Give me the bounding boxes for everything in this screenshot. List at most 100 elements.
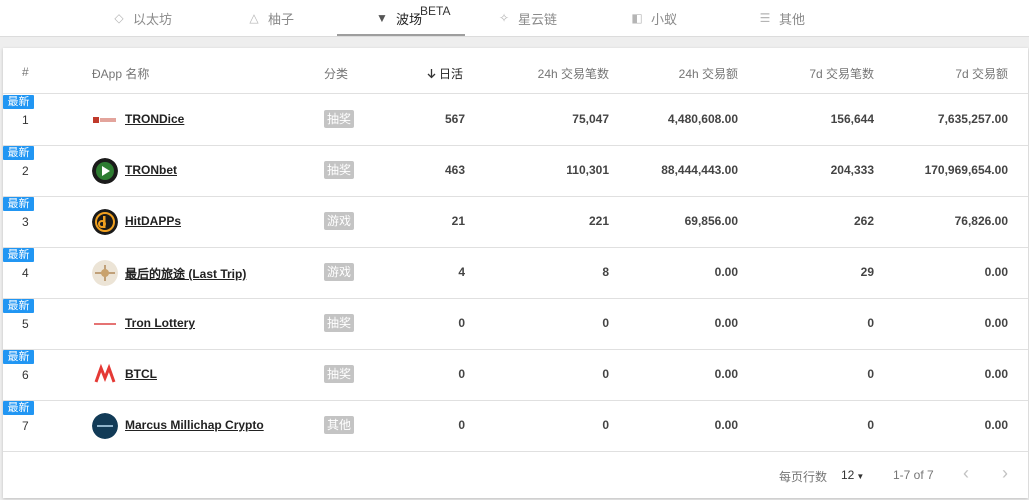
cell-tx24: 75,047 bbox=[572, 112, 609, 126]
row-rank: 2 bbox=[22, 164, 29, 178]
beta-badge: BETA bbox=[420, 4, 451, 18]
page-range: 1-7 of 7 bbox=[893, 468, 934, 482]
neo-icon: ◧ bbox=[631, 11, 643, 25]
cell-dau: 21 bbox=[451, 214, 465, 228]
table-row[interactable]: 最新 4 最后的旅途 (Last Trip) 游戏 4 8 0.00 29 0.… bbox=[3, 248, 1028, 299]
header-name[interactable]: ĐApp 名称 bbox=[92, 65, 149, 82]
table-row[interactable]: 最新 3 HitDAPPs 游戏 21 221 69,856.00 262 76… bbox=[3, 197, 1028, 248]
category-tag: 其他 bbox=[324, 416, 355, 434]
table-row[interactable]: 最新 2 TRONbet 抽奖 463 110,301 88,444,443.0… bbox=[3, 146, 1028, 197]
tab-label: 柚子 bbox=[268, 11, 295, 27]
category-tag: 游戏 bbox=[324, 263, 355, 281]
chevron-left-icon[interactable]: ‹ bbox=[963, 464, 969, 482]
cell-dau: 0 bbox=[458, 316, 465, 330]
dapp-logo bbox=[92, 260, 118, 286]
table-pagination: 每页行数 12 ▼ 1-7 of 7 ‹ › bbox=[3, 451, 1028, 498]
chevron-right-icon[interactable]: › bbox=[1002, 464, 1008, 482]
tab-nebulas[interactable]: ✧ 星云链 bbox=[497, 0, 557, 36]
cell-tx7: 29 bbox=[860, 265, 874, 279]
cell-vol24: 88,444,443.00 bbox=[661, 163, 738, 177]
tab-label: 以太坊 bbox=[133, 11, 173, 27]
tab-ethereum[interactable]: ◇ 以太坊 bbox=[112, 0, 172, 36]
rows-per-page-label: 每页行数 bbox=[779, 470, 828, 484]
cell-dau: 4 bbox=[458, 265, 465, 279]
row-rank: 1 bbox=[22, 113, 29, 127]
menu-icon: ☰ bbox=[759, 11, 771, 25]
header-dau-label: 日活 bbox=[439, 67, 464, 81]
header-rank: # bbox=[22, 65, 29, 79]
cell-vol7: 7,635,257.00 bbox=[937, 112, 1008, 126]
category-tag: 抽奖 bbox=[324, 110, 355, 128]
cell-dau: 0 bbox=[458, 418, 465, 432]
tab-label: 其他 bbox=[779, 11, 806, 27]
new-badge: 最新 bbox=[3, 95, 34, 109]
header-vol24[interactable]: 24h 交易额 bbox=[679, 65, 738, 82]
tab-label: 波场 bbox=[396, 11, 423, 27]
dapp-name-link[interactable]: 最后的旅途 (Last Trip) bbox=[125, 265, 246, 282]
dapp-logo bbox=[92, 209, 118, 235]
header-category[interactable]: 分类 bbox=[324, 65, 348, 82]
arrow-down-icon bbox=[427, 69, 436, 79]
dapp-name-link[interactable]: Marcus Millichap Crypto bbox=[125, 418, 264, 432]
new-badge: 最新 bbox=[3, 299, 34, 313]
row-rank: 3 bbox=[22, 215, 29, 229]
cell-dau: 0 bbox=[458, 367, 465, 381]
active-tab-indicator bbox=[337, 34, 465, 36]
cell-vol7: 0.00 bbox=[984, 367, 1008, 381]
header-tx7[interactable]: 7d 交易笔数 bbox=[809, 65, 874, 82]
table-row[interactable]: 最新 7 Marcus Millichap Crypto 其他 0 0 0.00… bbox=[3, 401, 1028, 452]
dapp-logo bbox=[92, 413, 118, 439]
rows-per-page-select[interactable]: 12 ▼ bbox=[841, 468, 864, 482]
cell-tx24: 0 bbox=[602, 367, 609, 381]
row-rank: 6 bbox=[22, 368, 29, 382]
table-row[interactable]: 最新 5 Tron Lottery 抽奖 0 0 0.00 0 0.00 bbox=[3, 299, 1028, 350]
row-rank: 4 bbox=[22, 266, 29, 280]
new-badge: 最新 bbox=[3, 197, 34, 211]
header-vol7[interactable]: 7d 交易额 bbox=[955, 65, 1008, 82]
cell-dau: 567 bbox=[444, 112, 465, 126]
cell-tx24: 0 bbox=[602, 316, 609, 330]
category-tag: 抽奖 bbox=[324, 365, 355, 383]
cell-tx7: 262 bbox=[853, 214, 874, 228]
dapp-logo bbox=[92, 311, 118, 337]
dapp-logo bbox=[92, 362, 118, 388]
cell-vol24: 0.00 bbox=[714, 367, 738, 381]
cell-vol7: 170,969,654.00 bbox=[924, 163, 1008, 177]
dapp-name-link[interactable]: TRONDice bbox=[125, 112, 184, 126]
cell-vol24: 4,480,608.00 bbox=[667, 112, 738, 126]
dapp-name-link[interactable]: Tron Lottery bbox=[125, 316, 195, 330]
cell-tx7: 0 bbox=[867, 367, 874, 381]
cell-vol7: 0.00 bbox=[984, 316, 1008, 330]
new-badge: 最新 bbox=[3, 146, 34, 160]
table-row[interactable]: 最新 1 TRONDice 抽奖 567 75,047 4,480,608.00… bbox=[3, 95, 1028, 146]
dapp-name-link[interactable]: BTCL bbox=[125, 367, 157, 381]
table-row[interactable]: 最新 6 BTCL 抽奖 0 0 0.00 0 0.00 bbox=[3, 350, 1028, 401]
cell-vol24: 0.00 bbox=[714, 316, 738, 330]
tab-eos[interactable]: △ 柚子 bbox=[247, 0, 294, 36]
cell-tx24: 8 bbox=[602, 265, 609, 279]
tab-label: 星云链 bbox=[518, 11, 558, 27]
category-tag: 抽奖 bbox=[324, 314, 355, 332]
row-rank: 5 bbox=[22, 317, 29, 331]
header-tx24[interactable]: 24h 交易笔数 bbox=[538, 65, 609, 82]
tron-icon: ▼ bbox=[376, 11, 388, 25]
tab-tron[interactable]: ▼ 波场 bbox=[375, 0, 422, 36]
dapp-ranking-table: # ĐApp 名称 分类 日活 24h 交易笔数 24h 交易额 7d 交易笔数… bbox=[3, 48, 1028, 498]
dapp-name-link[interactable]: HitDAPPs bbox=[125, 214, 181, 228]
dapp-name-link[interactable]: TRONbet bbox=[125, 163, 177, 177]
cell-tx24: 110,301 bbox=[566, 163, 609, 177]
new-badge: 最新 bbox=[3, 401, 34, 415]
tab-other[interactable]: ☰ 其他 bbox=[758, 0, 805, 36]
cell-vol7: 0.00 bbox=[984, 418, 1008, 432]
cell-tx24: 221 bbox=[588, 214, 609, 228]
table-header: # ĐApp 名称 分类 日活 24h 交易笔数 24h 交易额 7d 交易笔数… bbox=[3, 48, 1028, 94]
caret-down-icon: ▼ bbox=[856, 472, 865, 481]
cell-vol7: 76,826.00 bbox=[954, 214, 1008, 228]
header-dau[interactable]: 日活 bbox=[427, 65, 463, 82]
cell-tx7: 0 bbox=[867, 316, 874, 330]
dapp-logo bbox=[92, 158, 118, 184]
eos-icon: △ bbox=[249, 11, 259, 25]
cell-vol24: 0.00 bbox=[714, 418, 738, 432]
cell-tx7: 0 bbox=[867, 418, 874, 432]
tab-neo[interactable]: ◧ 小蚁 bbox=[630, 0, 677, 36]
